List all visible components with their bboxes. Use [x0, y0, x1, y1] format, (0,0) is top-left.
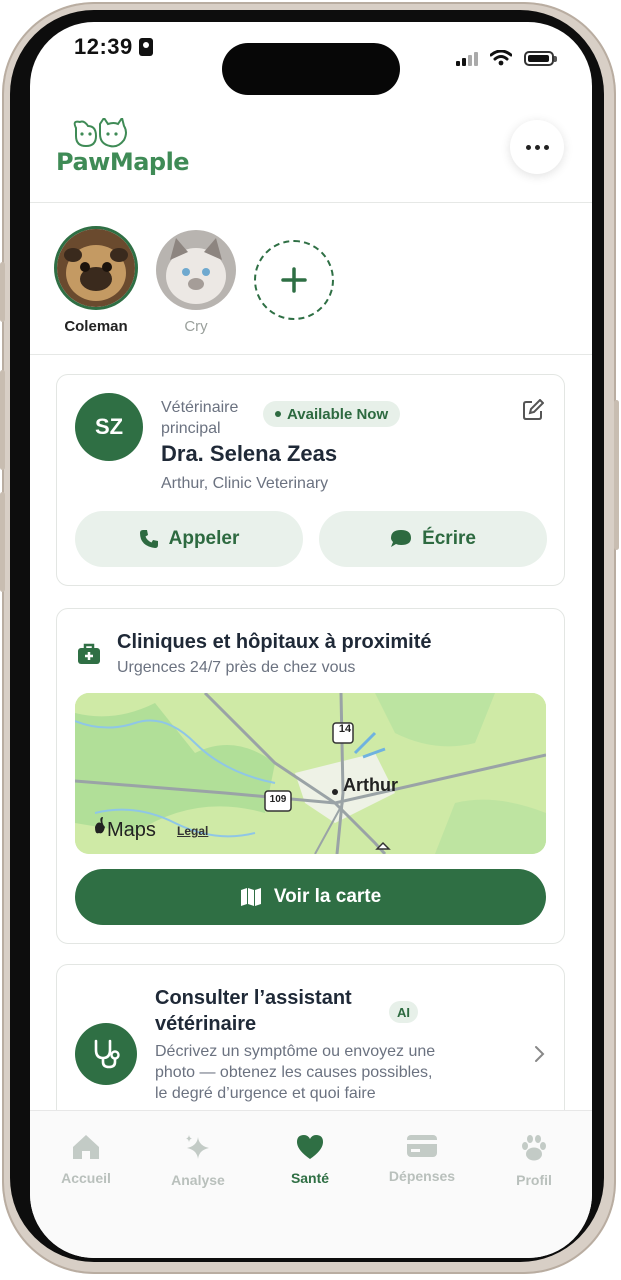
stethoscope-icon — [94, 1039, 120, 1069]
assistant-desc-line2: photo — obtenez les causes possibles, — [155, 1064, 433, 1081]
side-button-power — [614, 400, 619, 550]
side-button-volume-up — [0, 370, 5, 470]
pets-divider — [30, 354, 592, 355]
dynamic-island — [222, 43, 400, 95]
plus-icon — [281, 267, 307, 293]
write-label: Écrire — [422, 528, 476, 549]
bottom-tab-bar: Accueil Analyse Santé Dépenses Profil — [30, 1110, 592, 1258]
wifi-icon — [490, 50, 512, 66]
add-pet-button[interactable] — [254, 240, 334, 320]
tab-analyse[interactable]: Analyse — [148, 1133, 248, 1188]
tab-label-analyse: Analyse — [171, 1172, 225, 1188]
view-map-button[interactable]: Voir la carte — [75, 869, 546, 925]
tab-depenses[interactable]: Dépenses — [372, 1133, 472, 1184]
write-button[interactable]: Écrire — [319, 511, 547, 567]
chevron-right-icon — [535, 1046, 545, 1062]
medical-kit-icon — [78, 643, 100, 664]
vet-role: Vétérinaire principal — [161, 397, 238, 439]
assistant-description: Décrivez un symptôme ou envoyez une phot… — [155, 1041, 435, 1104]
pet-name-cry: Cry — [184, 318, 208, 335]
edit-icon[interactable] — [522, 399, 544, 421]
clinics-subtitle: Urgences 24/7 près de chez vous — [117, 659, 356, 676]
tab-label-sante: Santé — [290, 1170, 330, 1186]
status-time-text: 12:39 — [74, 34, 133, 59]
pet-avatar-coleman — [54, 226, 138, 310]
clinics-map[interactable]: 14 109 Arthur Maps Legal — [75, 693, 546, 854]
pet-coleman[interactable]: Coleman — [54, 226, 138, 335]
pet-name-coleman: Coleman — [64, 318, 128, 335]
heart-icon — [297, 1135, 323, 1159]
phone-icon — [139, 530, 158, 548]
call-button[interactable]: Appeler — [75, 511, 303, 567]
assistant-title-line2: vétérinaire — [155, 1013, 257, 1035]
vet-name: Dra. Selena Zeas — [161, 441, 338, 466]
availability-dot-icon — [275, 411, 281, 417]
maps-brand: Maps — [107, 819, 156, 841]
assistant-desc-line1: Décrivez un symptôme ou envoyez une — [155, 1043, 436, 1060]
side-button-volume-down — [0, 492, 5, 592]
assistant-title-line1: Consulter l’assistant — [155, 987, 352, 1009]
tab-label-profil: Profil — [516, 1172, 552, 1188]
assistant-title: Consulter l’assistant vétérinaire — [155, 985, 352, 1037]
paw-icon — [522, 1135, 546, 1161]
tab-accueil[interactable]: Accueil — [36, 1133, 136, 1186]
availability-badge: Available Now — [263, 401, 401, 427]
pets-logo-icon — [73, 118, 127, 148]
tab-label-depenses: Dépenses — [388, 1168, 456, 1184]
vet-avatar: SZ — [75, 393, 143, 461]
status-time: 12:39 — [74, 34, 153, 60]
tab-profil[interactable]: Profil — [484, 1133, 584, 1188]
call-label: Appeler — [168, 528, 240, 549]
primary-vet-card: SZ Vétérinaire principal Available Now D… — [56, 374, 565, 586]
map-legal-link[interactable]: Legal — [177, 824, 208, 838]
pet-avatar-cry — [156, 230, 236, 310]
header-divider — [30, 202, 592, 203]
route-109-label: 109 — [269, 794, 287, 805]
battery-icon — [524, 50, 557, 66]
dog-photo — [57, 229, 135, 307]
logo-text: PawMaple — [56, 148, 190, 176]
more-options-button[interactable] — [510, 120, 564, 174]
app-screen: 12:39 PawMaple Coleman Cry SZ Vétérinair… — [30, 22, 592, 1258]
cat-photo — [156, 230, 236, 310]
map-icon — [240, 888, 261, 906]
ai-badge: AI — [389, 1001, 418, 1023]
availability-text: Available Now — [287, 405, 389, 423]
vet-clinic: Arthur, Clinic Veterinary — [161, 475, 329, 492]
chat-bubble-icon — [391, 530, 412, 547]
card-icon — [407, 1135, 437, 1157]
route-14-label: 14 — [338, 723, 352, 735]
status-icons — [456, 50, 557, 66]
nearby-clinics-card: Cliniques et hôpitaux à proximité Urgenc… — [56, 608, 565, 944]
side-button-silent — [0, 262, 5, 322]
vet-role-line1: Vétérinaire — [161, 399, 239, 416]
tab-label-accueil: Accueil — [61, 1170, 111, 1186]
home-icon — [73, 1135, 99, 1159]
pet-cry[interactable]: Cry — [156, 230, 236, 335]
sparkle-icon — [186, 1135, 209, 1159]
cellular-signal-icon — [456, 50, 478, 66]
vet-role-line2: principal — [161, 420, 221, 437]
view-map-label: Voir la carte — [273, 886, 382, 907]
town-label: Arthur — [343, 775, 398, 795]
tab-sante[interactable]: Santé — [260, 1133, 360, 1186]
stethoscope-avatar — [75, 1023, 137, 1085]
clinics-title: Cliniques et hôpitaux à proximité — [117, 631, 432, 653]
contact-badge-icon — [138, 38, 153, 56]
assistant-desc-line3: le degré d’urgence et quoi faire — [155, 1085, 376, 1102]
